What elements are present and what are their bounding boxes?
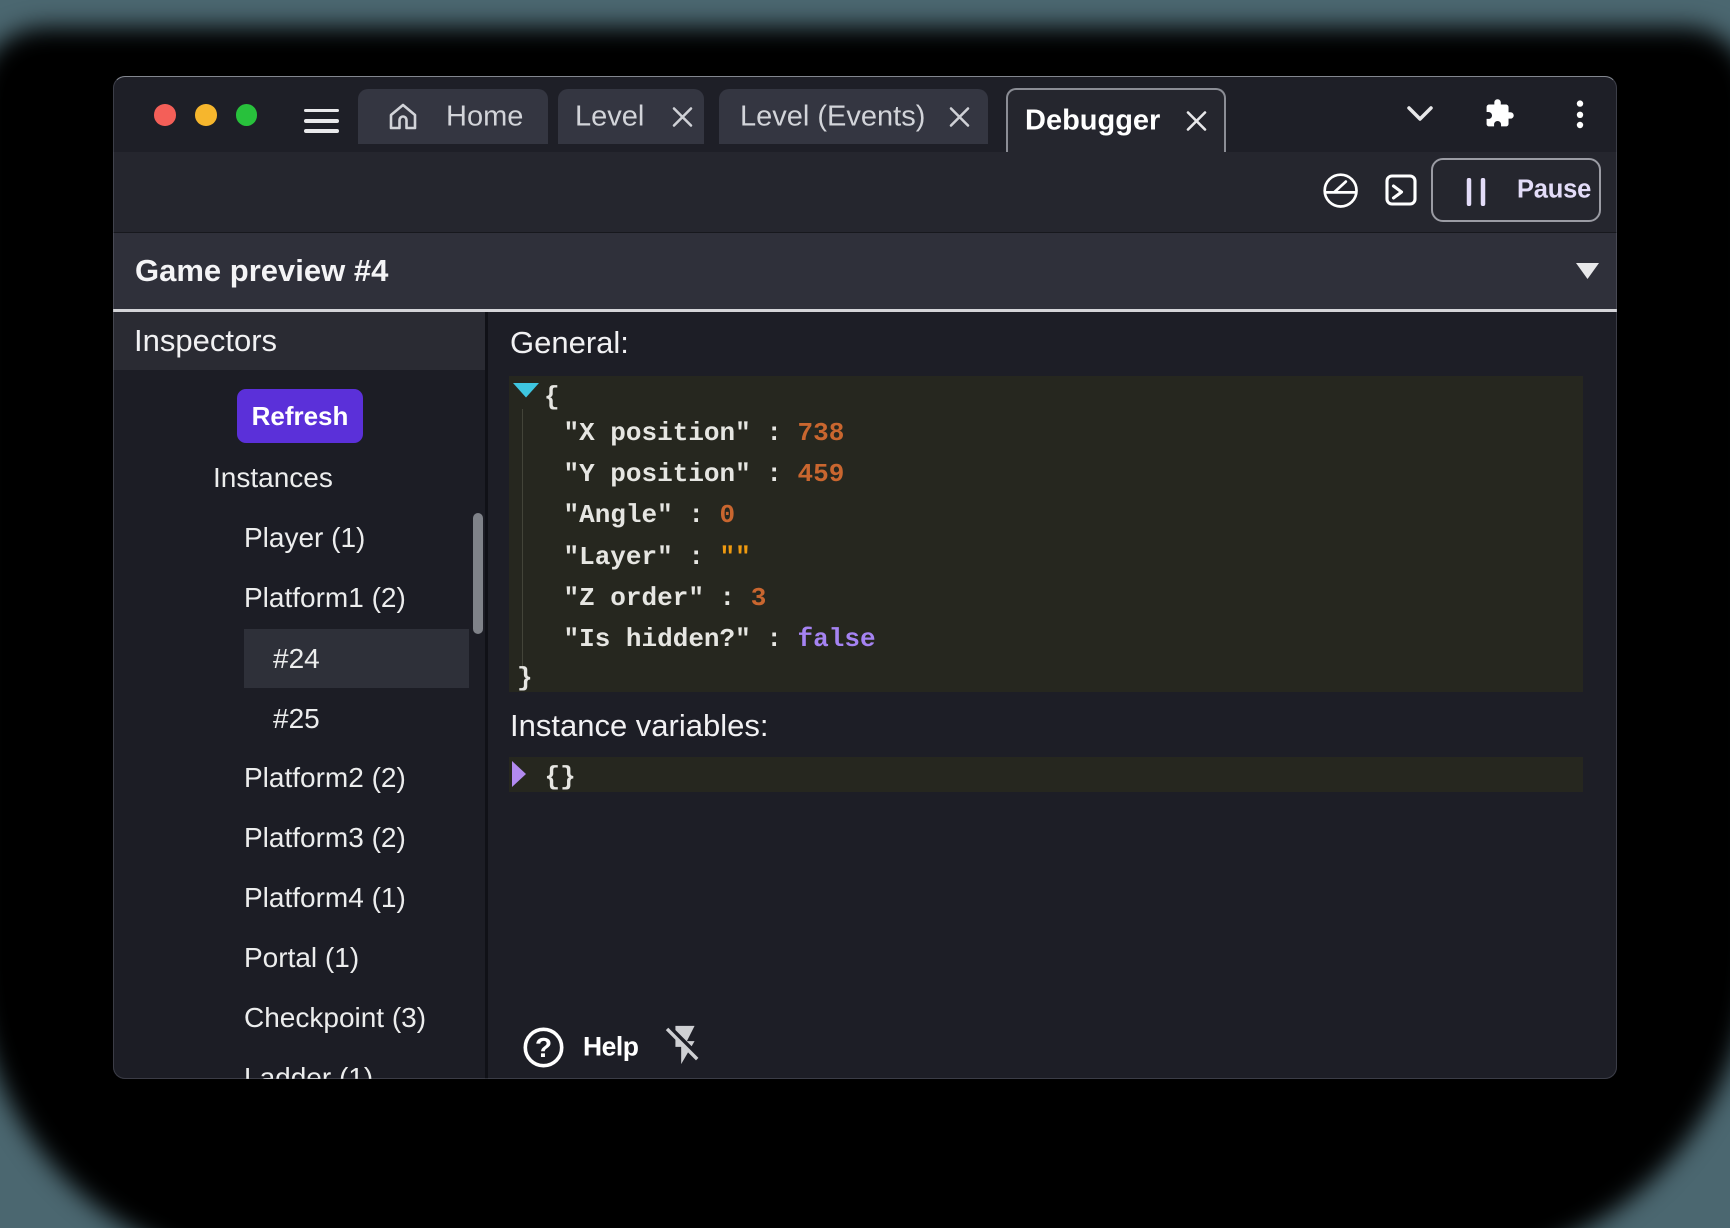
svg-text:?: ? bbox=[535, 1032, 552, 1063]
